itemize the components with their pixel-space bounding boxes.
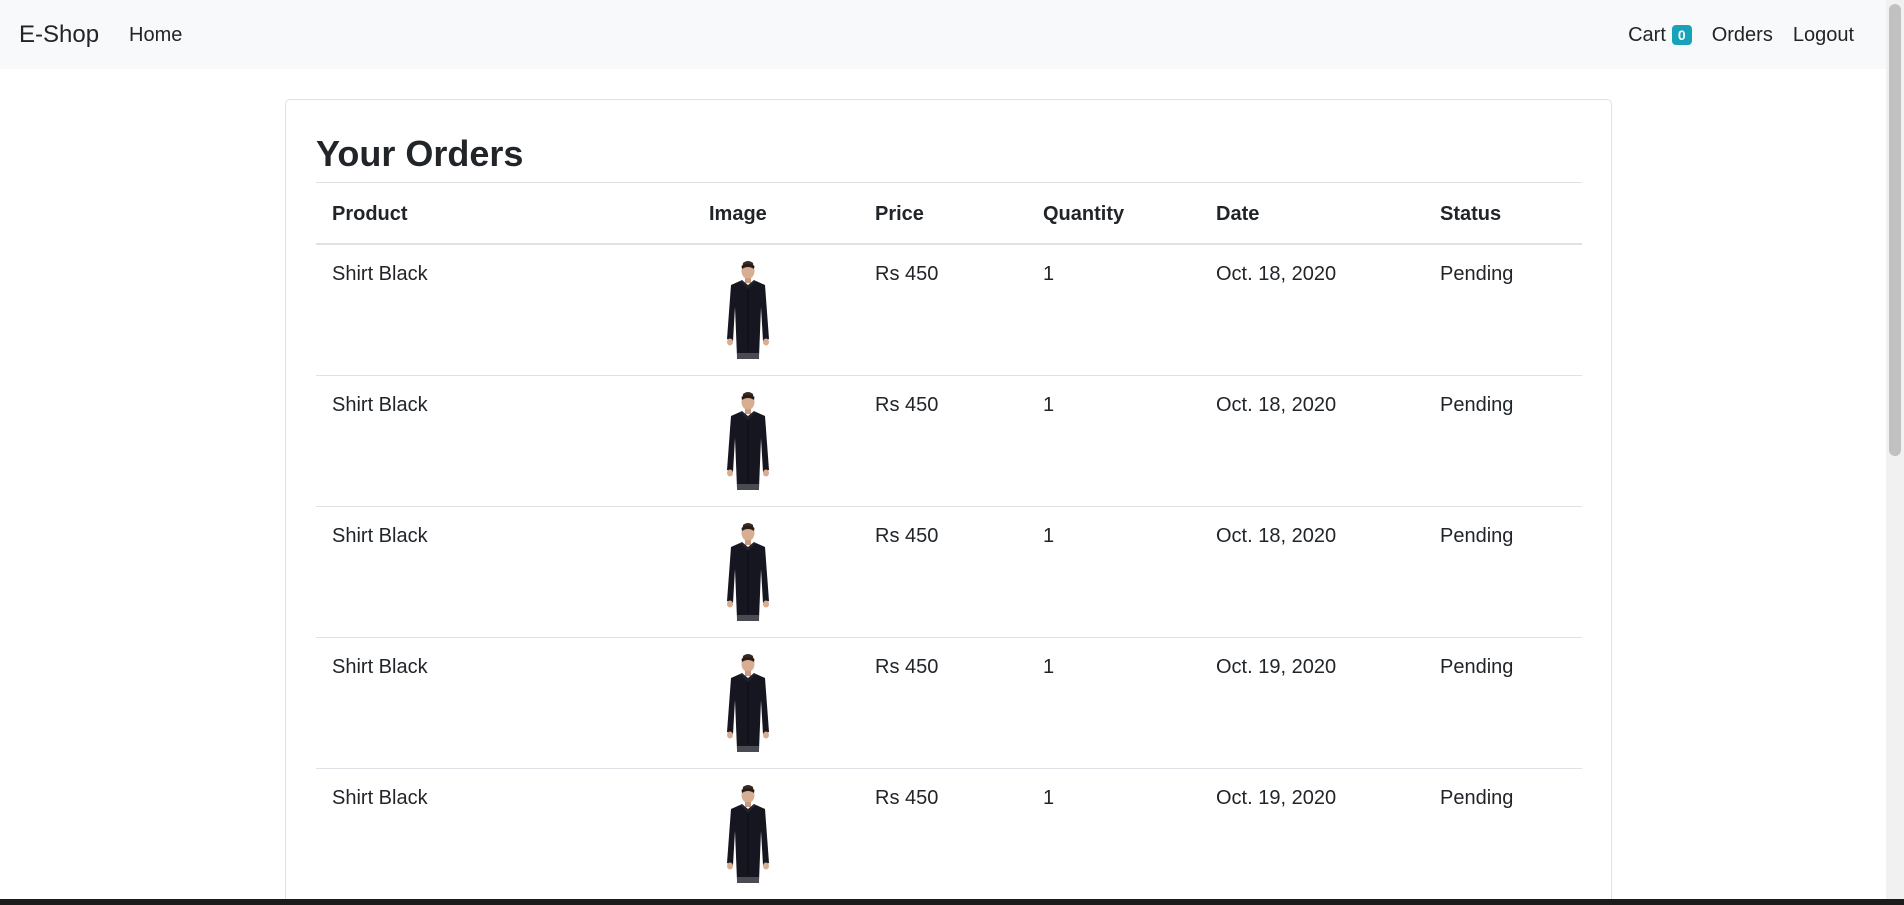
nav-cart-link[interactable]: Cart 0 <box>1628 22 1692 48</box>
cell-price: Rs 450 <box>859 637 1027 769</box>
taskbar-edge <box>0 899 1904 905</box>
cell-date: Oct. 18, 2020 <box>1200 506 1424 638</box>
cell-date: Oct. 19, 2020 <box>1200 637 1424 769</box>
orders-table: Product Image Price Quantity Date Status… <box>316 183 1582 900</box>
cell-quantity: 1 <box>1027 768 1200 900</box>
cell-image <box>693 768 859 900</box>
cart-label: Cart <box>1628 24 1666 46</box>
top-navbar: E-Shop Home Cart 0 Orders Logout <box>0 0 1886 69</box>
cell-date: Oct. 19, 2020 <box>1200 768 1424 900</box>
cell-status: Pending <box>1424 375 1582 507</box>
page-scrollbar[interactable] <box>1886 0 1904 905</box>
header-quantity: Quantity <box>1027 183 1200 245</box>
table-row: Shirt Black Rs 450 1 Oct. 18, 2020 Pendi… <box>316 506 1582 638</box>
shirt-black-icon <box>718 389 778 490</box>
cell-image <box>693 375 859 507</box>
header-image: Image <box>693 183 859 245</box>
cell-product: Shirt Black <box>316 506 693 638</box>
cell-product: Shirt Black <box>316 768 693 900</box>
page-title: Your Orders <box>316 133 524 174</box>
cell-quantity: 1 <box>1027 506 1200 638</box>
scrollbar-thumb[interactable] <box>1889 4 1901 456</box>
cell-product: Shirt Black <box>316 375 693 507</box>
shirt-black-icon <box>718 259 778 359</box>
cell-price: Rs 450 <box>859 244 1027 376</box>
brand-logo-link[interactable]: E-Shop <box>19 19 99 51</box>
nav-logout-link[interactable]: Logout <box>1793 22 1854 48</box>
shirt-black-icon <box>718 782 778 883</box>
cell-date: Oct. 18, 2020 <box>1200 244 1424 376</box>
cell-status: Pending <box>1424 768 1582 900</box>
cell-status: Pending <box>1424 637 1582 769</box>
header-status: Status <box>1424 183 1582 245</box>
header-price: Price <box>859 183 1027 245</box>
cell-status: Pending <box>1424 244 1582 376</box>
cell-quantity: 1 <box>1027 244 1200 376</box>
shirt-black-icon <box>718 520 778 621</box>
cell-image <box>693 506 859 638</box>
nav-orders-link[interactable]: Orders <box>1712 22 1773 48</box>
table-row: Shirt Black Rs 450 1 Oct. 19, 2020 Pendi… <box>316 768 1582 900</box>
orders-table-body: Shirt Black Rs 450 1 Oct. 18, 2020 Pendi… <box>316 244 1582 900</box>
cart-count-badge: 0 <box>1671 25 1692 45</box>
orders-card: Your Orders Product Image Price Quantity… <box>285 99 1612 905</box>
cell-quantity: 1 <box>1027 375 1200 507</box>
nav-right-group: Cart 0 Orders Logout <box>1628 22 1854 48</box>
cell-product: Shirt Black <box>316 244 693 376</box>
cell-price: Rs 450 <box>859 375 1027 507</box>
cell-image <box>693 637 859 769</box>
table-row: Shirt Black Rs 450 1 Oct. 18, 2020 Pendi… <box>316 375 1582 507</box>
header-product: Product <box>316 183 693 245</box>
cell-image <box>693 244 859 376</box>
shirt-black-icon <box>718 651 778 752</box>
cell-price: Rs 450 <box>859 768 1027 900</box>
cell-product: Shirt Black <box>316 637 693 769</box>
table-row: Shirt Black Rs 450 1 Oct. 18, 2020 Pendi… <box>316 244 1582 376</box>
cell-quantity: 1 <box>1027 637 1200 769</box>
table-header-row: Product Image Price Quantity Date Status <box>316 183 1582 245</box>
nav-home-link[interactable]: Home <box>129 22 182 48</box>
table-row: Shirt Black Rs 450 1 Oct. 19, 2020 Pendi… <box>316 637 1582 769</box>
cell-date: Oct. 18, 2020 <box>1200 375 1424 507</box>
cell-status: Pending <box>1424 506 1582 638</box>
header-date: Date <box>1200 183 1424 245</box>
cell-price: Rs 450 <box>859 506 1027 638</box>
